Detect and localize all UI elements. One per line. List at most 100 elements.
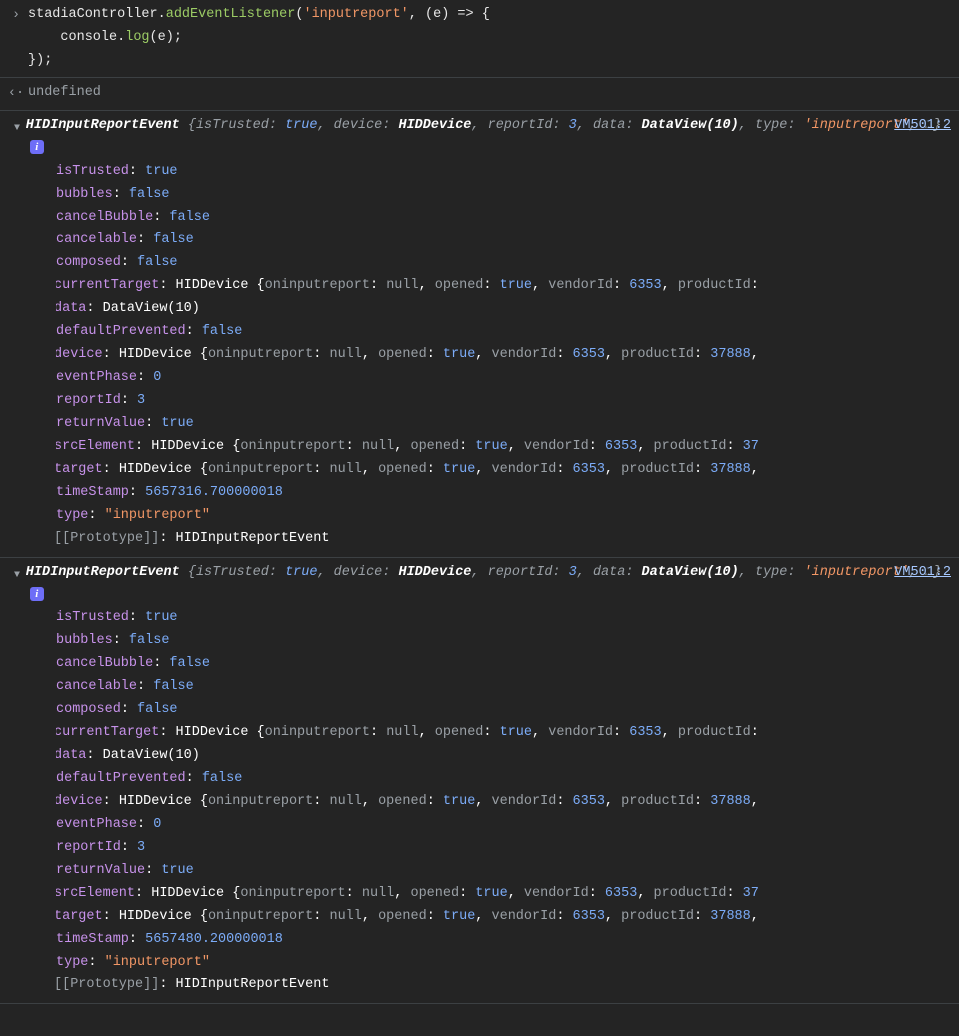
- object-property: cancelable: false: [56, 676, 959, 699]
- object-property[interactable]: target: HIDDevice {oninputreport: null, …: [56, 459, 959, 482]
- object-property: isTrusted: true: [56, 607, 959, 630]
- object-property: defaultPrevented: false: [56, 321, 959, 344]
- property-value: HIDDevice {oninputreport: null, opened: …: [119, 462, 759, 477]
- property-value: false: [137, 255, 178, 270]
- prompt-icon: ›: [4, 4, 28, 73]
- source-link[interactable]: VM501:2: [894, 115, 951, 138]
- property-key: composed: [56, 702, 121, 717]
- object-property: bubbles: false: [56, 184, 959, 207]
- object-property[interactable]: target: HIDDevice {oninputreport: null, …: [56, 906, 959, 929]
- object-property[interactable]: srcElement: HIDDevice {oninputreport: nu…: [56, 883, 959, 906]
- object-property[interactable]: srcElement: HIDDevice {oninputreport: nu…: [56, 436, 959, 459]
- property-value: "inputreport": [105, 955, 210, 970]
- property-key: type: [56, 508, 88, 523]
- object-property[interactable]: [[Prototype]]: HIDInputReportEvent: [56, 528, 959, 551]
- object-property[interactable]: currentTarget: HIDDevice {oninputreport:…: [56, 722, 959, 745]
- property-value: false: [129, 187, 170, 202]
- info-icon[interactable]: i: [30, 140, 44, 154]
- property-key: bubbles: [56, 633, 113, 648]
- collapse-icon[interactable]: [14, 564, 26, 608]
- property-value: 0: [153, 817, 161, 832]
- console-log-entry: VM501:2HIDInputReportEvent {isTrusted: t…: [0, 111, 959, 558]
- property-key: cancelBubble: [56, 656, 153, 671]
- property-key: [[Prototype]]: [56, 531, 159, 546]
- property-key: eventPhase: [56, 370, 137, 385]
- source-link[interactable]: VM501:2: [894, 562, 951, 585]
- property-key: reportId: [56, 393, 121, 408]
- object-property: cancelable: false: [56, 229, 959, 252]
- property-key: defaultPrevented: [56, 771, 186, 786]
- property-value: HIDDevice {oninputreport: null, opened: …: [176, 725, 759, 740]
- property-value: false: [169, 210, 210, 225]
- property-value: false: [129, 633, 170, 648]
- property-value: 0: [153, 370, 161, 385]
- object-property: composed: false: [56, 699, 959, 722]
- property-key: device: [56, 794, 103, 809]
- object-property[interactable]: [[Prototype]]: HIDInputReportEvent: [56, 974, 959, 997]
- object-summary[interactable]: HIDInputReportEvent {isTrusted: true, de…: [0, 115, 959, 161]
- property-value: HIDDevice {oninputreport: null, opened: …: [119, 794, 759, 809]
- object-property: timeStamp: 5657316.700000018: [56, 482, 959, 505]
- property-key: isTrusted: [56, 610, 129, 625]
- object-property[interactable]: data: DataView(10): [56, 298, 959, 321]
- property-key: cancelable: [56, 679, 137, 694]
- property-value: "inputreport": [105, 508, 210, 523]
- object-property: bubbles: false: [56, 630, 959, 653]
- result-icon: ‹·: [4, 82, 28, 106]
- property-key: currentTarget: [56, 725, 159, 740]
- info-icon[interactable]: i: [30, 587, 44, 601]
- property-value: HIDDevice {oninputreport: null, opened: …: [119, 909, 759, 924]
- object-property[interactable]: currentTarget: HIDDevice {oninputreport:…: [56, 275, 959, 298]
- property-value: HIDInputReportEvent: [176, 531, 330, 546]
- console-input-code[interactable]: stadiaController.addEventListener('input…: [28, 4, 953, 73]
- object-property: defaultPrevented: false: [56, 768, 959, 791]
- object-properties: isTrusted: truebubbles: falsecancelBubbl…: [0, 607, 959, 997]
- object-property: reportId: 3: [56, 837, 959, 860]
- object-property: type: "inputreport": [56, 952, 959, 975]
- property-key: currentTarget: [56, 278, 159, 293]
- result-value: undefined: [28, 82, 953, 106]
- property-value: HIDDevice {oninputreport: null, opened: …: [151, 439, 759, 454]
- property-value: 3: [137, 393, 145, 408]
- property-key: defaultPrevented: [56, 324, 186, 339]
- property-key: bubbles: [56, 187, 113, 202]
- object-property: cancelBubble: false: [56, 653, 959, 676]
- property-key: [[Prototype]]: [56, 977, 159, 992]
- property-value: DataView(10): [103, 748, 200, 763]
- property-key: srcElement: [56, 439, 135, 454]
- property-key: returnValue: [56, 416, 145, 431]
- property-key: device: [56, 347, 103, 362]
- property-value: false: [202, 324, 243, 339]
- property-key: returnValue: [56, 863, 145, 878]
- collapse-icon[interactable]: [14, 117, 26, 161]
- property-value: DataView(10): [103, 301, 200, 316]
- property-value: 5657480.200000018: [145, 932, 283, 947]
- console-input-row: › stadiaController.addEventListener('inp…: [0, 0, 959, 78]
- object-property: eventPhase: 0: [56, 367, 959, 390]
- property-key: data: [56, 301, 86, 316]
- object-property[interactable]: device: HIDDevice {oninputreport: null, …: [56, 344, 959, 367]
- property-value: HIDInputReportEvent: [176, 977, 330, 992]
- property-value: 3: [137, 840, 145, 855]
- property-value: true: [145, 164, 177, 179]
- property-key: timeStamp: [56, 485, 129, 500]
- property-key: isTrusted: [56, 164, 129, 179]
- object-property[interactable]: device: HIDDevice {oninputreport: null, …: [56, 791, 959, 814]
- object-property: returnValue: true: [56, 413, 959, 436]
- property-value: HIDDevice {oninputreport: null, opened: …: [119, 347, 759, 362]
- property-key: eventPhase: [56, 817, 137, 832]
- console-log-entry: VM501:2HIDInputReportEvent {isTrusted: t…: [0, 558, 959, 1005]
- object-summary[interactable]: HIDInputReportEvent {isTrusted: true, de…: [0, 562, 959, 608]
- property-value: false: [137, 702, 178, 717]
- object-property: returnValue: true: [56, 860, 959, 883]
- property-value: true: [161, 416, 193, 431]
- object-property[interactable]: data: DataView(10): [56, 745, 959, 768]
- property-value: false: [202, 771, 243, 786]
- property-key: cancelBubble: [56, 210, 153, 225]
- property-value: false: [153, 679, 194, 694]
- object-property: eventPhase: 0: [56, 814, 959, 837]
- property-value: true: [145, 610, 177, 625]
- property-value: false: [169, 656, 210, 671]
- console-result-row: ‹· undefined: [0, 78, 959, 111]
- property-value: HIDDevice {oninputreport: null, opened: …: [151, 886, 759, 901]
